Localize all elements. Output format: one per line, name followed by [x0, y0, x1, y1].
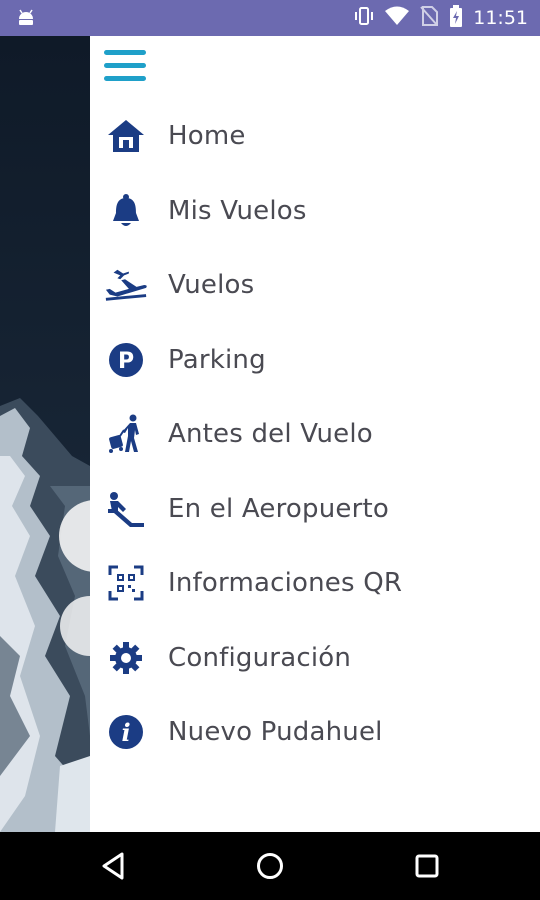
menu-item-antes-del-vuelo[interactable]: Antes del Vuelo — [90, 397, 540, 471]
menu-item-label: Home — [168, 121, 246, 151]
menu-icon-bar — [104, 50, 146, 55]
menu-item-label: Vuelos — [168, 270, 255, 300]
menu-item-home[interactable]: Home — [90, 99, 540, 173]
back-button[interactable] — [96, 849, 130, 883]
menu-item-nuevo-pudahuel[interactable]: i Nuevo Pudahuel — [90, 695, 540, 769]
vibrate-icon — [353, 5, 375, 31]
background-image — [0, 36, 90, 832]
hamburger-menu-button[interactable] — [104, 50, 146, 84]
airplane-icon — [104, 263, 148, 307]
svg-text:P: P — [118, 349, 134, 374]
menu-item-en-el-aeropuerto[interactable]: En el Aeropuerto — [90, 472, 540, 546]
home-button[interactable] — [253, 849, 287, 883]
escalator-icon — [104, 487, 148, 531]
android-icon — [16, 8, 36, 28]
gear-icon — [104, 636, 148, 680]
no-sim-icon — [419, 5, 439, 31]
navigation-drawer: Home Mis Vuelos Vuelos P Parking Antes d… — [90, 36, 540, 832]
svg-text:i: i — [121, 718, 130, 747]
menu-item-informaciones-qr[interactable]: Informaciones QR — [90, 546, 540, 620]
menu-item-label: Nuevo Pudahuel — [168, 717, 383, 747]
circle-home-icon — [257, 853, 283, 879]
menu-item-vuelos[interactable]: Vuelos — [90, 248, 540, 322]
menu-icon-bar — [104, 76, 146, 81]
menu-item-configuracion[interactable]: Configuración — [90, 621, 540, 695]
menu-item-label: Configuración — [168, 643, 352, 673]
square-recents-icon — [415, 854, 439, 878]
menu-item-label: Mis Vuelos — [168, 196, 307, 226]
battery-icon — [449, 5, 463, 31]
recents-button[interactable] — [410, 849, 444, 883]
traveler-luggage-icon — [104, 412, 148, 456]
menu-item-label: Parking — [168, 345, 266, 375]
home-icon — [104, 114, 148, 158]
menu-item-mis-vuelos[interactable]: Mis Vuelos — [90, 174, 540, 248]
qr-code-icon — [104, 561, 148, 605]
parking-icon: P — [104, 338, 148, 382]
status-bar: 11:51 — [0, 0, 540, 36]
menu-item-label: Antes del Vuelo — [168, 419, 373, 449]
menu-item-label: En el Aeropuerto — [168, 494, 389, 524]
info-icon: i — [104, 710, 148, 754]
clock: 11:51 — [473, 7, 528, 29]
menu-icon-bar — [104, 63, 146, 68]
wifi-icon — [385, 6, 410, 30]
menu-item-parking[interactable]: P Parking — [90, 323, 540, 397]
back-icon — [102, 852, 124, 880]
system-navigation-bar — [0, 832, 540, 900]
menu-item-label: Informaciones QR — [168, 568, 403, 598]
bell-icon — [104, 189, 148, 233]
